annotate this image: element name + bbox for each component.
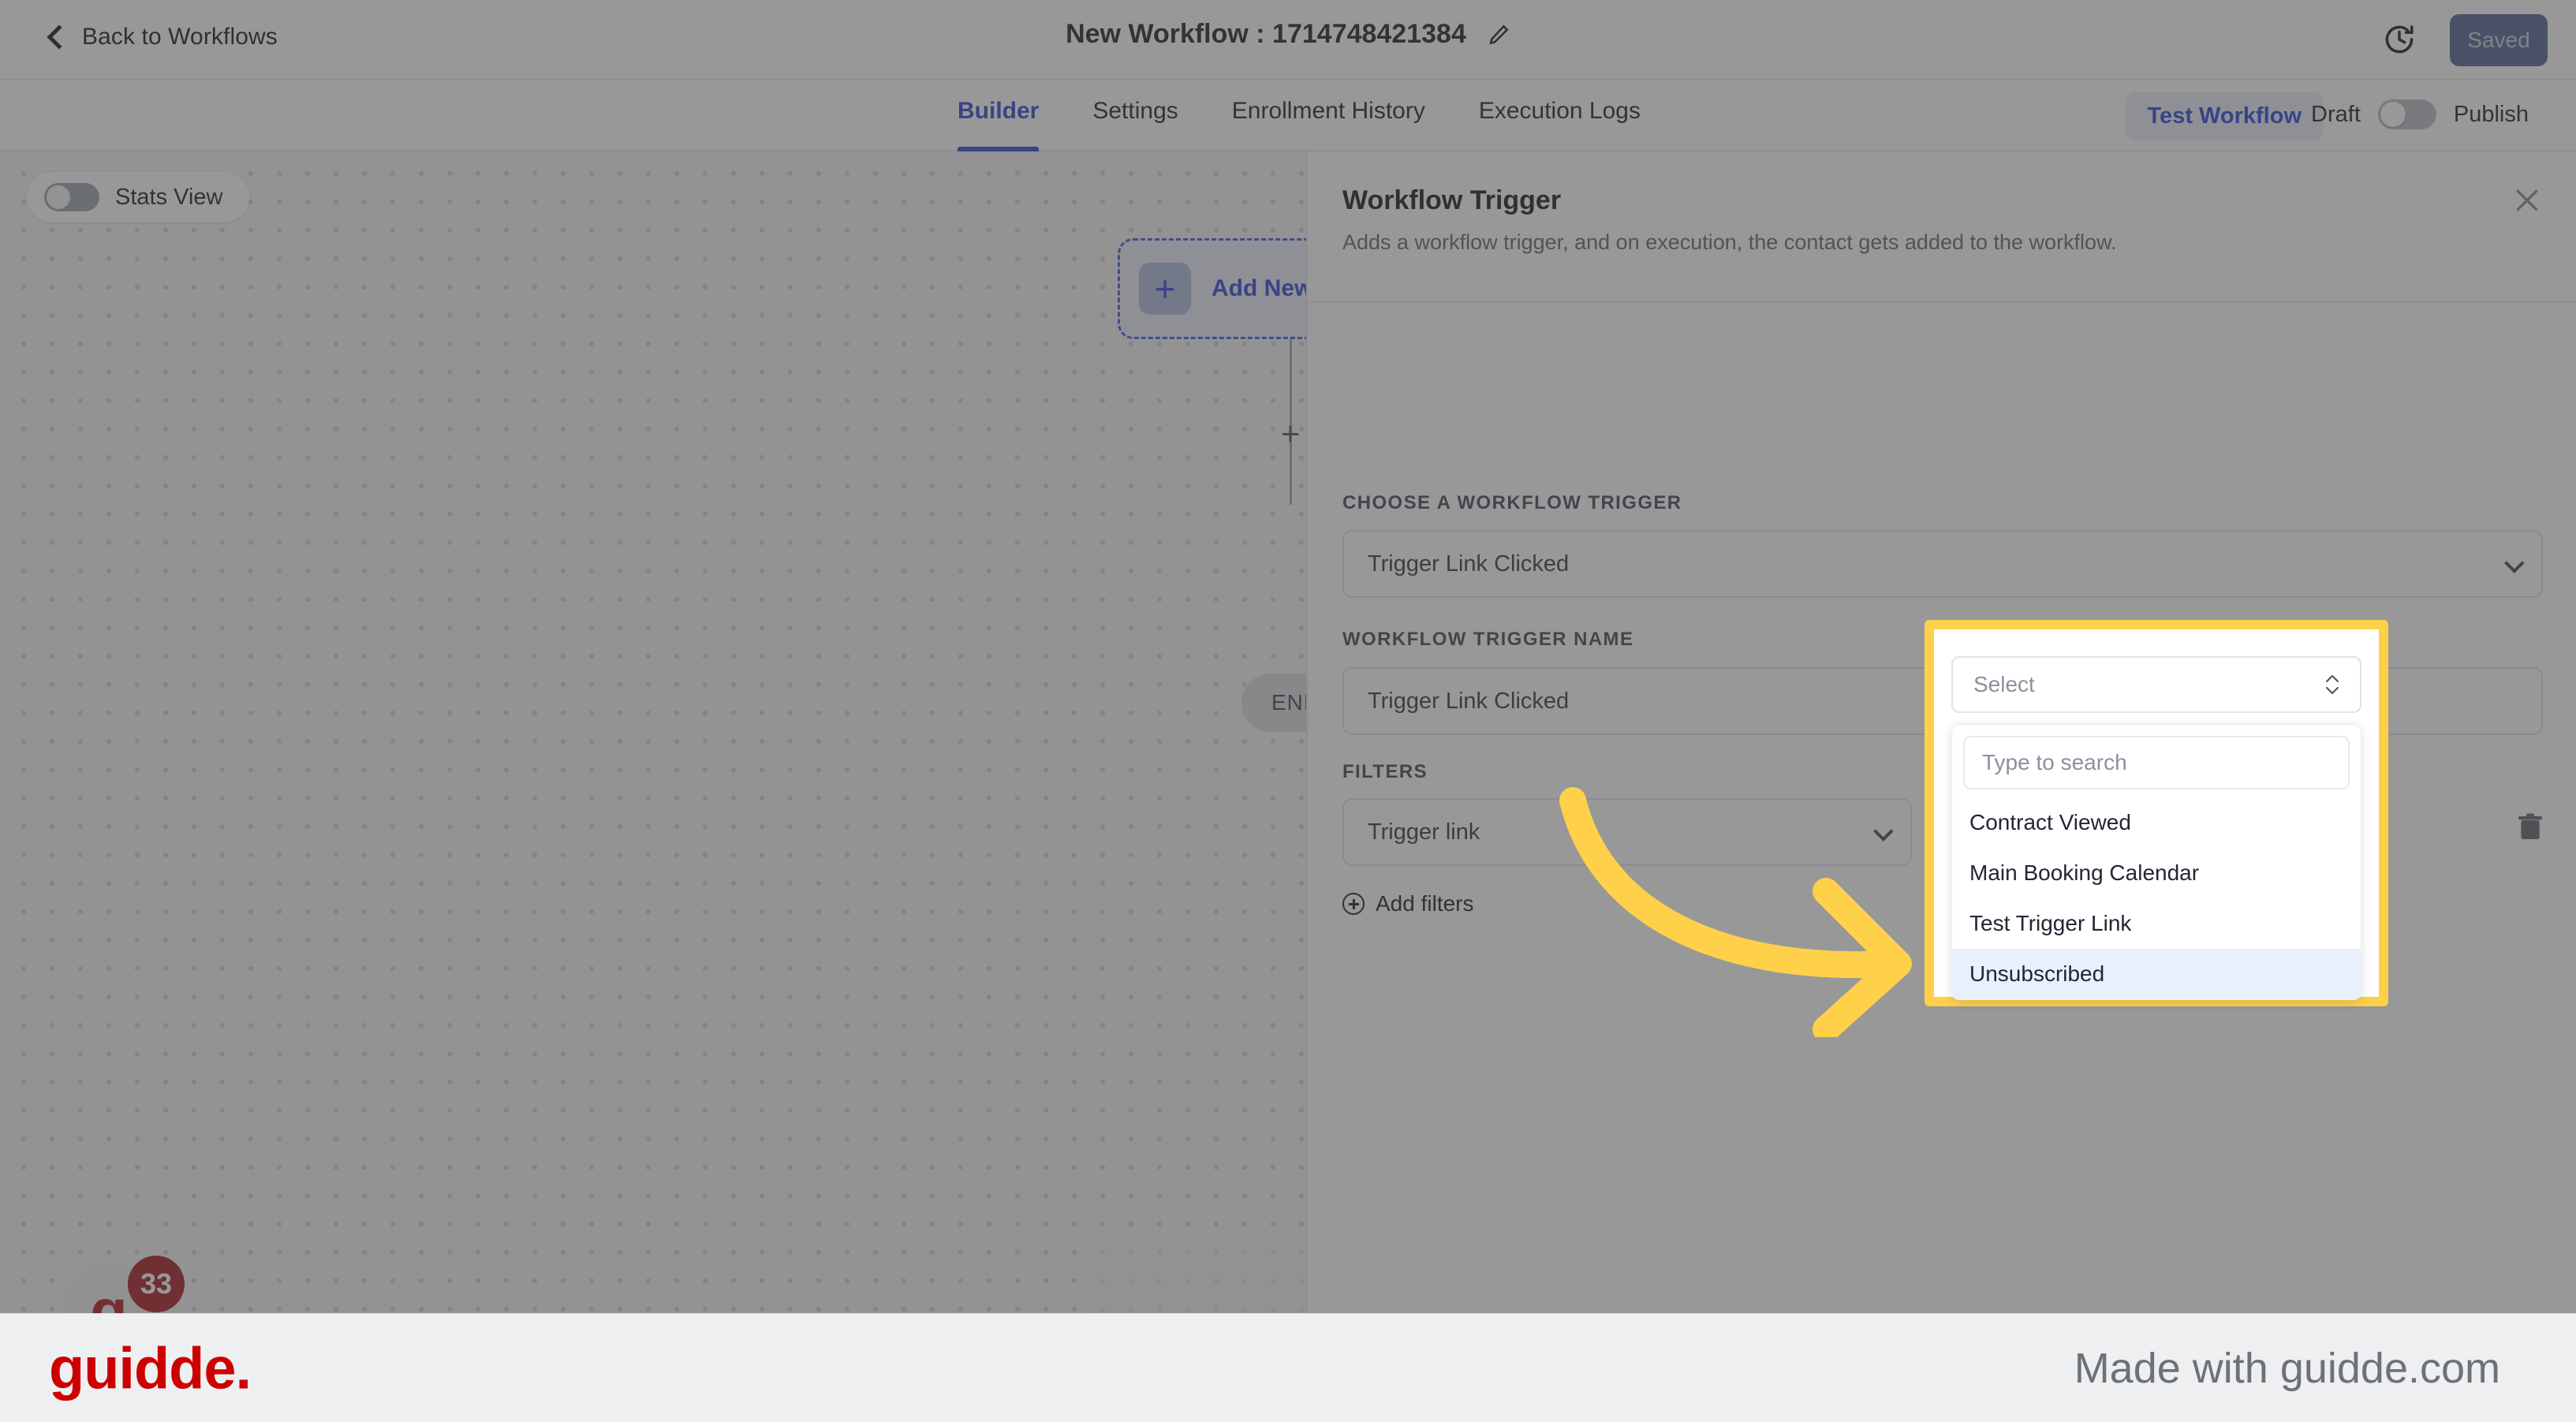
- chevron-left-icon: [47, 24, 72, 50]
- tab-settings[interactable]: Settings: [1066, 80, 1204, 151]
- search-input[interactable]: Type to search: [1963, 736, 2350, 789]
- trigger-link-option-menu: Type to search Contract Viewed Main Book…: [1951, 724, 2361, 1000]
- workflow-canvas[interactable]: Stats View + Add New Trigger + END g 33: [0, 151, 1306, 1422]
- top-bar: Back to Workflows New Workflow : 1714748…: [0, 0, 2576, 80]
- trigger-link-select-placeholder: Select: [1973, 672, 2035, 696]
- filter-field-value: Trigger link: [1368, 819, 1480, 845]
- avatar-badge-count: 33: [140, 1267, 173, 1300]
- tab-enrollment-history-label: Enrollment History: [1231, 98, 1425, 124]
- workflow-title-group: New Workflow : 1714748421384: [1066, 19, 1510, 50]
- panel-subtitle: Adds a workflow trigger, and on executio…: [1342, 230, 2117, 254]
- option-contract-viewed[interactable]: Contract Viewed: [1952, 797, 2361, 848]
- stats-view-label: Stats View: [115, 184, 223, 210]
- filter-field-select[interactable]: Trigger link: [1342, 798, 1912, 866]
- stats-view-switch[interactable]: [44, 183, 99, 211]
- guidde-footer: guidde. Made with guidde.com: [0, 1313, 2576, 1422]
- tab-builder[interactable]: Builder: [931, 80, 1066, 151]
- publish-label: Publish: [2453, 101, 2529, 127]
- guidde-logo: guidde.: [49, 1335, 252, 1401]
- close-icon[interactable]: [2511, 185, 2543, 216]
- option-unsubscribed[interactable]: Unsubscribed: [1952, 949, 2361, 999]
- test-workflow-label: Test Workflow: [2147, 103, 2302, 129]
- option-label: Test Trigger Link: [1969, 911, 2132, 935]
- choose-trigger-value: Trigger Link Clicked: [1368, 551, 1570, 577]
- saved-label: Saved: [2467, 28, 2530, 52]
- tab-bar: Builder Settings Enrollment History Exec…: [0, 80, 2576, 151]
- add-filters-label: Add filters: [1376, 891, 1474, 916]
- publish-toggle[interactable]: [2377, 99, 2436, 129]
- trigger-link-select[interactable]: Select: [1951, 656, 2361, 713]
- chevron-down-icon: [2504, 553, 2525, 573]
- trash-icon[interactable]: [2514, 810, 2546, 845]
- add-new-trigger-node[interactable]: + Add New Trigger: [1118, 238, 1306, 339]
- panel-divider: [1308, 301, 2576, 303]
- publish-toggle-knob: [2380, 102, 2406, 127]
- back-to-workflows-label: Back to Workflows: [82, 24, 278, 50]
- circle-plus-icon: [1342, 893, 1365, 915]
- end-node: END: [1241, 674, 1306, 732]
- trigger-name-value: Trigger Link Clicked: [1368, 688, 1570, 714]
- search-input-placeholder: Type to search: [1982, 750, 2127, 774]
- stats-view-switch-knob: [47, 185, 70, 209]
- choose-trigger-select[interactable]: Trigger Link Clicked: [1342, 530, 2543, 598]
- draft-publish-group: Draft Publish: [2311, 99, 2529, 129]
- pencil-icon[interactable]: [1487, 23, 1510, 47]
- trigger-name-label: WORKFLOW TRIGGER NAME: [1342, 629, 1634, 650]
- made-with-guidde-label: Made with guidde.com: [2074, 1344, 2500, 1392]
- tab-execution-logs[interactable]: Execution Logs: [1452, 80, 1667, 151]
- option-test-trigger-link[interactable]: Test Trigger Link: [1952, 898, 2361, 949]
- screenshot-root: Back to Workflows New Workflow : 1714748…: [0, 0, 2576, 1422]
- option-label: Main Booking Calendar: [1969, 860, 2200, 885]
- tab-execution-logs-label: Execution Logs: [1478, 98, 1641, 124]
- trigger-link-dropdown-highlight: Select Type to search Contract Viewed Ma…: [1925, 620, 2388, 1006]
- saved-button[interactable]: Saved: [2450, 14, 2548, 66]
- option-main-booking-calendar[interactable]: Main Booking Calendar: [1952, 848, 2361, 898]
- avatar-badge: 33: [128, 1256, 185, 1312]
- test-workflow-button[interactable]: Test Workflow: [2125, 92, 2324, 140]
- filters-label: FILTERS: [1342, 761, 1428, 782]
- chevron-down-icon: [1873, 821, 1894, 842]
- add-filters-button[interactable]: Add filters: [1342, 891, 1474, 916]
- end-node-label: END: [1271, 690, 1306, 715]
- trigger-link-dropdown: Select Type to search Contract Viewed Ma…: [1934, 629, 2379, 1000]
- option-label: Contract Viewed: [1969, 810, 2131, 834]
- add-step-plus-icon[interactable]: +: [1272, 417, 1306, 454]
- add-new-trigger-label: Add New Trigger: [1211, 275, 1306, 301]
- chevron-up-down-icon: [2324, 671, 2341, 698]
- clock-history-icon[interactable]: [2382, 22, 2417, 57]
- option-label: Unsubscribed: [1969, 961, 2105, 986]
- back-to-workflows-button[interactable]: Back to Workflows: [47, 24, 278, 50]
- plus-icon: +: [1139, 263, 1191, 315]
- draft-label: Draft: [2311, 101, 2361, 127]
- tab-enrollment-history[interactable]: Enrollment History: [1205, 80, 1452, 151]
- page-title: New Workflow : 1714748421384: [1066, 19, 1466, 49]
- panel-title: Workflow Trigger: [1342, 185, 1562, 215]
- tab-builder-label: Builder: [958, 98, 1040, 124]
- stats-view-toggle[interactable]: Stats View: [27, 172, 250, 222]
- tab-list: Builder Settings Enrollment History Exec…: [931, 80, 1667, 151]
- choose-trigger-label: CHOOSE A WORKFLOW TRIGGER: [1342, 492, 1682, 513]
- tab-settings-label: Settings: [1092, 98, 1178, 124]
